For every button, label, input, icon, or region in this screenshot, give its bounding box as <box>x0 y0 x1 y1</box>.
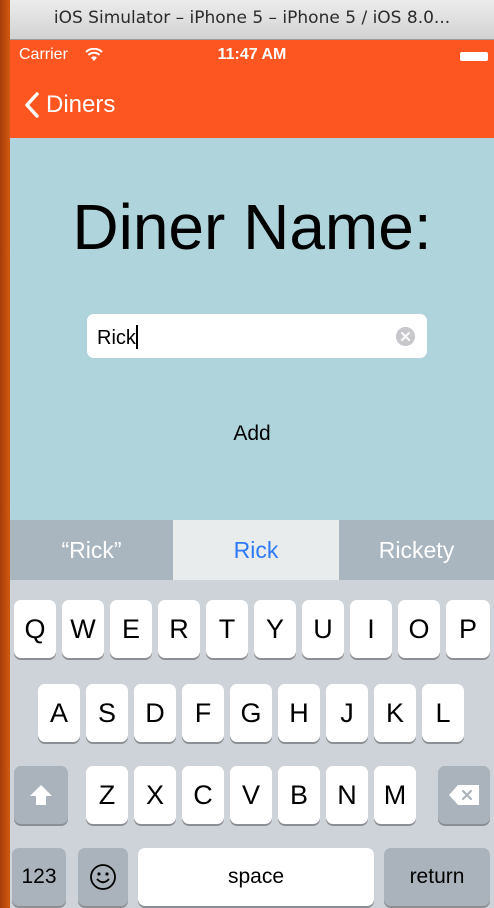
predictive-bar: “Rick” Rick Rickety <box>10 520 494 580</box>
key-c[interactable]: C <box>182 766 224 824</box>
diner-name-heading: Diner Name: <box>72 191 432 263</box>
key-y[interactable]: Y <box>254 600 296 658</box>
battery-icon <box>460 52 488 61</box>
diner-name-input[interactable]: Rick <box>87 314 427 358</box>
content-area: Diner Name: Rick Add <box>10 138 494 520</box>
key-r[interactable]: R <box>158 600 200 658</box>
key-v[interactable]: V <box>230 766 272 824</box>
key-d[interactable]: D <box>134 684 176 742</box>
key-s[interactable]: S <box>86 684 128 742</box>
key-w[interactable]: W <box>62 600 104 658</box>
key-m[interactable]: M <box>374 766 416 824</box>
key-j[interactable]: J <box>326 684 368 742</box>
key-u[interactable]: U <box>302 600 344 658</box>
key-h[interactable]: H <box>278 684 320 742</box>
shift-icon <box>30 785 52 805</box>
shift-key[interactable] <box>14 766 68 824</box>
delete-icon <box>449 785 479 805</box>
space-key[interactable]: space <box>138 848 374 906</box>
suggestion-alternate[interactable]: Rickety <box>339 520 494 580</box>
clear-icon[interactable] <box>396 327 415 346</box>
key-p[interactable]: P <box>446 600 490 658</box>
back-button[interactable]: Diners <box>24 88 115 122</box>
simulator-frame: iOS Simulator – iPhone 5 – iPhone 5 / iO… <box>0 0 494 908</box>
key-g[interactable]: G <box>230 684 272 742</box>
key-l[interactable]: L <box>422 684 464 742</box>
key-x[interactable]: X <box>134 766 176 824</box>
key-o[interactable]: O <box>398 600 440 658</box>
numbers-key[interactable]: 123 <box>12 848 66 906</box>
key-e[interactable]: E <box>110 600 152 658</box>
return-key[interactable]: return <box>384 848 490 906</box>
key-k[interactable]: K <box>374 684 416 742</box>
device-screen: Carrier 11:47 AM Diners Diner Name: Rick <box>10 40 494 908</box>
key-f[interactable]: F <box>182 684 224 742</box>
add-button[interactable]: Add <box>10 422 494 446</box>
emoji-icon <box>90 864 116 890</box>
key-t[interactable]: T <box>206 600 248 658</box>
delete-key[interactable] <box>438 766 490 824</box>
navigation-bar: Carrier 11:47 AM Diners <box>10 40 494 138</box>
key-n[interactable]: N <box>326 766 368 824</box>
back-button-label: Diners <box>46 91 116 118</box>
key-q[interactable]: Q <box>14 600 56 658</box>
key-a[interactable]: A <box>38 684 80 742</box>
key-b[interactable]: B <box>278 766 320 824</box>
text-caret <box>135 325 138 349</box>
suggestion-selected[interactable]: Rick <box>173 520 339 580</box>
status-time: 11:47 AM <box>217 46 287 63</box>
keyboard: Q W E R T Y U I O P A S D F G H J K L Z … <box>10 580 494 908</box>
window-title: iOS Simulator – iPhone 5 – iPhone 5 / iO… <box>53 8 451 28</box>
key-i[interactable]: I <box>350 600 392 658</box>
window-titlebar: iOS Simulator – iPhone 5 – iPhone 5 / iO… <box>10 0 494 40</box>
suggestion-quoted[interactable]: “Rick” <box>10 520 173 580</box>
emoji-key[interactable] <box>78 848 128 906</box>
key-z[interactable]: Z <box>86 766 128 824</box>
name-input-value: Rick <box>97 325 138 349</box>
back-chevron-icon <box>25 92 39 118</box>
